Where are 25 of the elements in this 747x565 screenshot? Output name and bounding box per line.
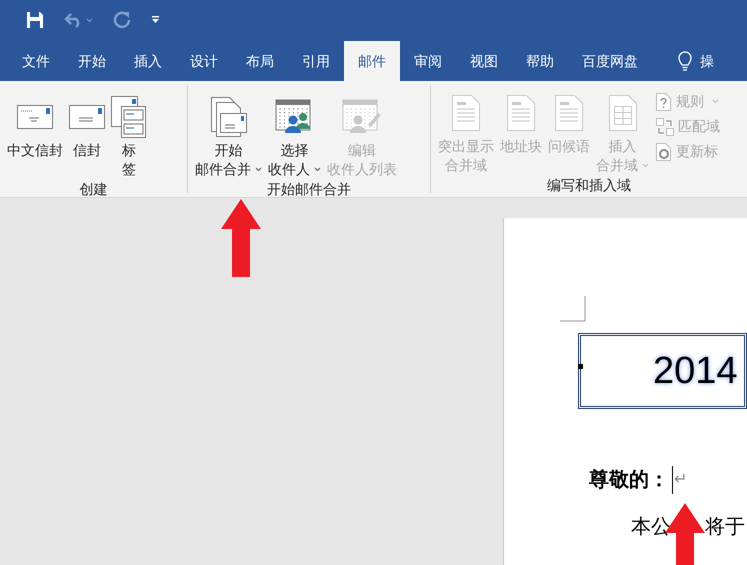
ribbon-button[interactable]: 标 签 [108,93,150,179]
body-text: 将于 [705,517,745,537]
ribbon-tab[interactable]: 百度网盘 [568,41,652,81]
ribbon-tab[interactable]: 审阅 [400,41,456,81]
title-text: 2014 [653,348,738,394]
ribbon-tab[interactable]: 视图 [456,41,512,81]
salutation-text: 尊敬的： [589,468,669,493]
ribbon-button[interactable]: 开始 邮件合并 [192,93,265,179]
ribbon-tab[interactable]: 布局 [232,41,288,81]
ribbon-tab[interactable]: 开始 [64,41,120,81]
ribbon-tab[interactable]: 引用 [288,41,344,81]
group-label: 编写和插入域 [547,176,631,195]
paragraph-mark: ↵ [674,470,687,490]
ribbon-tab[interactable]: 文件 [8,41,64,81]
group-label: 创建 [80,180,108,197]
ribbon-button[interactable]: 信封 [66,93,108,160]
tell-me-text[interactable]: 操 [700,50,714,72]
body-text: 本公 [631,517,671,537]
ribbon-tab[interactable]: 插入 [120,41,176,81]
group-label: 开始邮件合并 [267,180,351,197]
ribbon-tab[interactable]: 帮助 [512,41,568,81]
ribbon-tab[interactable]: 设计 [176,41,232,81]
ribbon-button[interactable]: 中文信封 [4,93,66,160]
ribbon-button[interactable]: 选择 收件人 [265,93,324,179]
ribbon-tab[interactable]: 邮件 [344,41,400,81]
